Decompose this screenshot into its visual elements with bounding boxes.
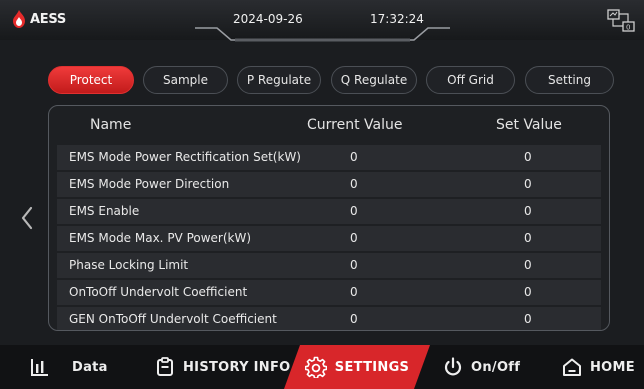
- column-header-name: Name: [90, 117, 132, 133]
- table-row[interactable]: GEN OnToOff Undervolt Coefficient 0 0: [57, 307, 601, 330]
- nav-history-info-label: HISTORY INFO: [183, 359, 291, 375]
- row-name: OnToOff Undervolt Coefficient: [69, 285, 248, 299]
- table-header: Name Current Value Set Value: [49, 106, 609, 145]
- network-status-icon[interactable]: 0: [606, 8, 636, 34]
- nav-data-label: Data: [72, 359, 108, 375]
- clipboard-icon: [157, 357, 173, 376]
- nav-home-label: HOME: [590, 359, 635, 375]
- row-current-value: 0: [350, 204, 358, 218]
- row-name: EMS Enable: [69, 204, 140, 218]
- previous-page-arrow-icon[interactable]: [20, 206, 34, 230]
- table-row[interactable]: Phase Locking Limit 0 0: [57, 253, 601, 278]
- table-row[interactable]: OnToOff Undervolt Coefficient 0 0: [57, 280, 601, 305]
- nav-home[interactable]: HOME: [562, 345, 635, 389]
- row-current-value: 0: [350, 312, 358, 326]
- header-date: 2024-09-26: [233, 12, 303, 26]
- nav-settings[interactable]: SETTINGS: [284, 345, 430, 389]
- row-current-value: 0: [350, 177, 358, 191]
- row-set-value[interactable]: 0: [524, 231, 532, 245]
- tab-protect[interactable]: Protect: [48, 66, 134, 94]
- nav-on-off[interactable]: On/Off: [443, 345, 520, 389]
- brand-name: AESS: [30, 11, 66, 27]
- row-name: EMS Mode Power Rectification Set(kW): [69, 150, 301, 164]
- row-name: EMS Mode Power Direction: [69, 177, 230, 191]
- header-decoration: [195, 27, 450, 42]
- row-current-value: 0: [350, 150, 358, 164]
- row-name: Phase Locking Limit: [69, 258, 189, 272]
- parameter-table: Name Current Value Set Value EMS Mode Po…: [48, 105, 610, 331]
- nav-history-info[interactable]: HISTORY INFO: [155, 345, 291, 389]
- tab-p-regulate[interactable]: P Regulate: [237, 66, 321, 94]
- bar-chart-icon: [31, 359, 48, 376]
- row-current-value: 0: [350, 285, 358, 299]
- row-name: EMS Mode Max. PV Power(kW): [69, 231, 252, 245]
- header-time: 17:32:24: [370, 12, 424, 26]
- tab-setting[interactable]: Setting: [525, 66, 614, 94]
- bottom-nav-bar: Data HISTORY INFO SETTINGS On/Off HOME: [0, 345, 644, 389]
- tab-bar: Protect Sample P Regulate Q Regulate Off…: [48, 66, 616, 94]
- row-set-value[interactable]: 0: [524, 285, 532, 299]
- row-set-value[interactable]: 0: [524, 204, 532, 218]
- row-set-value[interactable]: 0: [524, 312, 532, 326]
- power-icon: [444, 357, 462, 376]
- nav-data[interactable]: Data: [30, 345, 108, 389]
- row-current-value: 0: [350, 231, 358, 245]
- svg-text:0: 0: [626, 24, 630, 32]
- gear-icon: [305, 356, 327, 378]
- table-row[interactable]: EMS Mode Power Rectification Set(kW) 0 0: [57, 145, 601, 170]
- tab-q-regulate[interactable]: Q Regulate: [331, 66, 417, 94]
- column-header-set-value: Set Value: [496, 117, 562, 133]
- top-header: AESS 2024-09-26 17:32:24 0: [0, 0, 644, 42]
- table-row[interactable]: EMS Mode Max. PV Power(kW) 0 0: [57, 226, 601, 251]
- nav-on-off-label: On/Off: [471, 359, 521, 375]
- tab-off-grid[interactable]: Off Grid: [426, 66, 515, 94]
- row-set-value[interactable]: 0: [524, 177, 532, 191]
- row-set-value[interactable]: 0: [524, 258, 532, 272]
- row-set-value[interactable]: 0: [524, 150, 532, 164]
- flame-logo-icon: [13, 10, 25, 28]
- brand-logo: AESS: [12, 10, 66, 28]
- row-current-value: 0: [350, 258, 358, 272]
- tab-sample[interactable]: Sample: [143, 66, 228, 94]
- row-name: GEN OnToOff Undervolt Coefficient: [69, 312, 277, 326]
- table-row[interactable]: EMS Mode Power Direction 0 0: [57, 172, 601, 197]
- home-icon: [563, 358, 581, 376]
- table-row[interactable]: EMS Enable 0 0: [57, 199, 601, 224]
- column-header-current-value: Current Value: [307, 117, 403, 133]
- nav-settings-label: SETTINGS: [334, 359, 410, 375]
